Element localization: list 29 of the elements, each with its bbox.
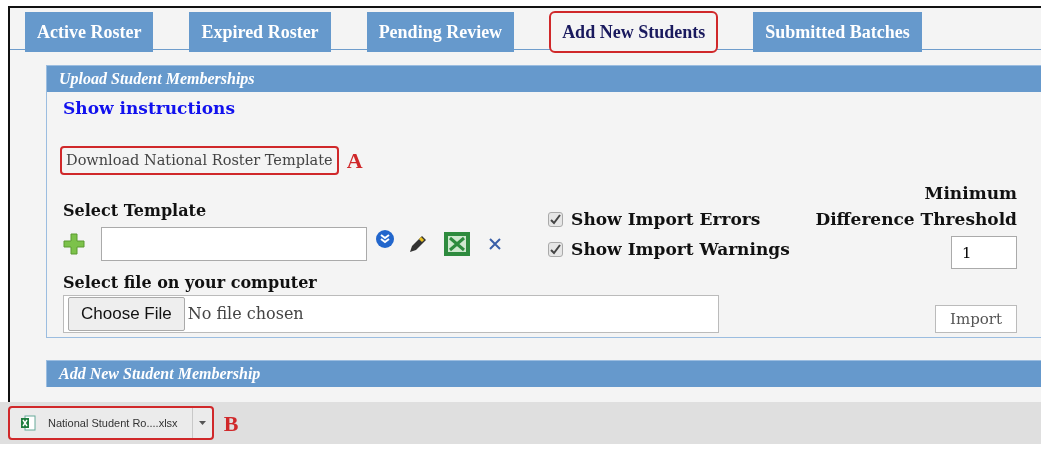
threshold-label: Difference Threshold	[815, 207, 1017, 231]
checkbox[interactable]	[548, 241, 564, 257]
callout-letter: A	[346, 147, 363, 175]
select-template-label: Select Template	[63, 200, 208, 222]
panel-title: Upload Student Memberships	[47, 66, 1041, 92]
threshold-field[interactable]: 1	[951, 236, 1017, 269]
file-name: National Student Ro....xlsx	[48, 415, 179, 431]
download-item[interactable]: National Student Ro....xlsx	[8, 406, 214, 440]
checkbox-label: Show Import Warnings	[571, 237, 790, 261]
file-field[interactable]: Choose File No file chosen	[63, 295, 719, 333]
select-file-label: Select file on your computer	[63, 272, 318, 294]
caret-icon[interactable]	[198, 421, 206, 425]
spreadsheet-icon	[20, 415, 36, 431]
spreadsheet-icon[interactable]	[443, 231, 471, 257]
template-field[interactable]	[101, 227, 367, 261]
panel-title: Add New Student Membership	[47, 361, 1041, 387]
callout-letter: B	[223, 409, 239, 438]
choose-file-button[interactable]: Choose File	[68, 297, 185, 331]
tab[interactable]: Add New Students	[550, 12, 718, 52]
import-button[interactable]: Import	[935, 304, 1017, 333]
edit-icon[interactable]	[407, 234, 427, 254]
file-status: No file chosen	[187, 303, 304, 325]
checkbox-label: Show Import Errors	[571, 208, 761, 231]
close-icon[interactable]	[487, 236, 503, 252]
threshold-label: Minimum	[924, 182, 1017, 205]
show-instructions-link[interactable]: Show instructions	[63, 98, 236, 118]
download-template-link[interactable]: Download National Roster Template	[60, 145, 339, 176]
expand-icon[interactable]	[375, 229, 395, 249]
checkbox[interactable]	[548, 212, 564, 228]
